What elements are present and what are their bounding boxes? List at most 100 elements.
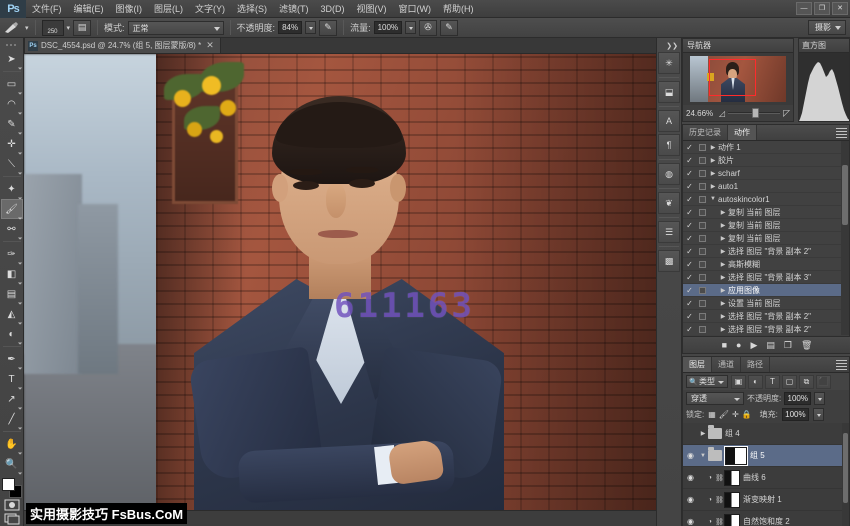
layers-scrollbar[interactable] (842, 423, 849, 526)
brush-tool[interactable]: 🖌 (1, 199, 23, 219)
character-icon[interactable]: A (658, 110, 680, 132)
panel-menu-icon[interactable] (836, 128, 847, 138)
action-toggle-icon[interactable]: ✓ (683, 169, 696, 178)
menu-item-3[interactable]: 图层(L) (148, 0, 189, 18)
action-toggle-icon[interactable]: ✓ (683, 182, 696, 191)
layer-row[interactable]: ◉▼组 5 (683, 445, 842, 467)
eraser-tool[interactable]: ◧ (1, 264, 23, 284)
action-item[interactable]: ✓▶复制 当前 图层 (683, 219, 841, 232)
action-dialog-toggle-icon[interactable] (696, 313, 708, 320)
action-dialog-toggle-icon[interactable] (696, 248, 708, 255)
lock-image-icon[interactable]: 🖌 (719, 410, 729, 419)
chevron-down-icon[interactable]: ▼ (698, 453, 708, 459)
chevron-right-icon[interactable]: ▶ (718, 287, 728, 294)
menu-item-5[interactable]: 选择(S) (231, 0, 273, 18)
chevron-right-icon[interactable]: ▶ (718, 235, 728, 242)
layer-opacity-spinner[interactable] (814, 392, 825, 405)
navigator-zoom-value[interactable]: 24.66% (686, 109, 716, 118)
dodge-tool[interactable]: ◐ (1, 324, 23, 344)
action-dialog-toggle-icon[interactable] (696, 144, 708, 151)
filter-toggle-icon[interactable]: ⬛ (816, 375, 831, 389)
spot-healing-tool[interactable]: ✦ (1, 179, 23, 199)
scrollbar-thumb[interactable] (842, 165, 848, 225)
chevron-right-icon[interactable]: ▶ (708, 183, 718, 190)
brush-dropdown-arrow[interactable]: ▾ (25, 24, 29, 32)
maximize-button[interactable]: ❐ (814, 2, 830, 15)
gradient-tool[interactable]: ▤ (1, 284, 23, 304)
flow-spinner[interactable] (405, 21, 416, 34)
action-toggle-icon[interactable]: ✓ (683, 208, 696, 217)
crop-tool[interactable]: ✛ (1, 134, 23, 154)
action-item[interactable]: ✓▶复制 当前 图层 (683, 206, 841, 219)
menu-item-6[interactable]: 滤镜(T) (273, 0, 315, 18)
action-item[interactable]: ✓▶auto1 (683, 180, 841, 193)
layer-filter-type-select[interactable]: 类型 (686, 375, 728, 388)
layer-visibility-icon[interactable]: ◉ (683, 495, 698, 504)
action-toggle-icon[interactable]: ✓ (683, 273, 696, 282)
eyedropper-tool[interactable]: ⟍ (1, 154, 23, 174)
document-tab[interactable]: Ps DSC_4554.psd @ 24.7% (组 5, 图层蒙版/8) * … (24, 37, 221, 53)
action-dialog-toggle-icon[interactable] (696, 209, 708, 216)
layer-mask-thumbnail[interactable] (724, 492, 740, 508)
delete-icon[interactable]: 🗑 (801, 340, 812, 351)
paragraph-icon[interactable]: ¶ (658, 134, 680, 156)
layer-fill-spinner[interactable] (813, 408, 824, 421)
link-icon[interactable]: ⛓ (715, 518, 724, 526)
layer-opacity-input[interactable]: 100% (784, 392, 811, 405)
action-item[interactable]: ✓▶复制 当前 图层 (683, 232, 841, 245)
layer-mask-thumbnail[interactable] (724, 514, 740, 526)
chevron-right-icon[interactable]: ▶ (708, 170, 718, 177)
collapse-dock-icon[interactable]: ❯❯ (666, 42, 681, 50)
navigator-body[interactable] (683, 53, 793, 105)
action-item[interactable]: ✓▶选择 图层 "背景 副本 2" (683, 245, 841, 258)
menu-item-10[interactable]: 帮助(H) (437, 0, 480, 18)
tab-actions[interactable]: 动作 (728, 125, 757, 140)
color-wheel-icon[interactable]: ◍ (658, 163, 680, 185)
action-dialog-toggle-icon[interactable] (696, 287, 708, 294)
action-dialog-toggle-icon[interactable] (696, 170, 708, 177)
blend-mode-select[interactable]: 正常 (128, 21, 224, 35)
action-toggle-icon[interactable]: ✓ (683, 299, 696, 308)
zoom-in-icon[interactable]: ◸ (783, 108, 790, 119)
action-dialog-toggle-icon[interactable] (696, 157, 708, 164)
chevron-right-icon[interactable]: ▶ (718, 313, 728, 320)
path-selection-tool[interactable]: ↗ (1, 389, 23, 409)
zoom-tool[interactable]: 🔍 (1, 454, 23, 474)
layer-row[interactable]: ▶组 4 (683, 423, 842, 445)
screen-mode-icon[interactable] (2, 512, 22, 526)
layer-row[interactable]: ◉◑⛓渐变映射 1 (683, 489, 842, 511)
menu-item-0[interactable]: 文件(F) (26, 0, 68, 18)
lock-transparency-icon[interactable]: ▦ (708, 410, 716, 419)
quick-selection-tool[interactable]: ✎ (1, 114, 23, 134)
menu-item-4[interactable]: 文字(Y) (189, 0, 231, 18)
tab-history[interactable]: 历史记录 (683, 125, 728, 140)
layer-visibility-icon[interactable]: ◉ (683, 517, 698, 526)
blur-tool[interactable]: ◭ (1, 304, 23, 324)
action-dialog-toggle-icon[interactable] (696, 235, 708, 242)
shape-tool[interactable]: ╱ (1, 409, 23, 429)
play-selection-icon[interactable]: ▶ (750, 340, 757, 351)
flow-input[interactable]: 100% (374, 21, 402, 34)
pen-tool[interactable]: ✒ (1, 349, 23, 369)
new-set-icon[interactable]: ▤ (766, 340, 775, 351)
layer-fill-input[interactable]: 100% (782, 408, 809, 421)
canvas[interactable]: 611163 poco 摄影专题 http://photo.poco.cn/ 2… (24, 54, 672, 526)
menu-item-8[interactable]: 视图(V) (351, 0, 393, 18)
brush-presets-icon[interactable]: ❦ (658, 192, 680, 214)
filter-shape-icon[interactable]: ▢ (782, 375, 797, 389)
minimize-button[interactable]: — (796, 2, 812, 15)
brush-panel-toggle-icon[interactable]: ▤ (73, 20, 91, 36)
airbrush-icon[interactable]: ✇ (419, 20, 437, 36)
filter-type-icon[interactable]: T (765, 375, 780, 389)
chevron-right-icon[interactable]: ▶ (708, 157, 718, 164)
scrollbar-thumb[interactable] (843, 433, 848, 503)
workspace-switcher[interactable]: 摄影 (808, 20, 846, 35)
action-dialog-toggle-icon[interactable] (696, 261, 708, 268)
layer-blend-mode-select[interactable]: 穿透 (686, 392, 744, 405)
toolbox-grip[interactable] (4, 41, 20, 47)
panel-menu-icon[interactable] (836, 360, 847, 370)
lasso-tool[interactable]: ◠ (1, 94, 23, 114)
marquee-tool[interactable]: ▭ (1, 74, 23, 94)
pressure-size-icon[interactable]: ✎ (440, 20, 458, 36)
action-dialog-toggle-icon[interactable] (696, 326, 708, 333)
